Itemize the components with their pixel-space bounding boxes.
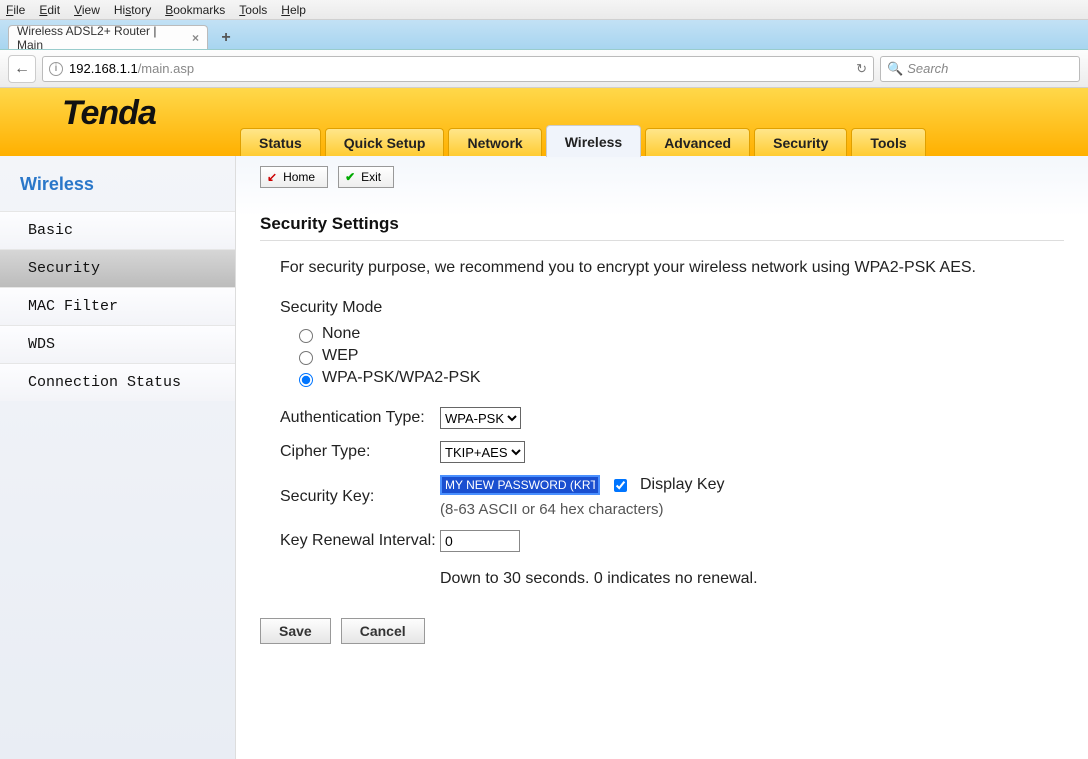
sidebar-item-security[interactable]: Security (0, 249, 235, 287)
security-key-input[interactable] (440, 475, 600, 495)
auth-type-select[interactable]: WPA-PSK (440, 407, 521, 429)
exit-label: Exit (361, 170, 381, 184)
menu-bookmarks[interactable]: Bookmarks (165, 3, 225, 17)
url-bar[interactable]: i 192.168.1.1/main.asp ↻ (42, 56, 874, 82)
info-icon[interactable]: i (49, 62, 63, 76)
menu-file[interactable]: File (6, 3, 25, 17)
nav-tab-status[interactable]: Status (240, 128, 321, 156)
cancel-button[interactable]: Cancel (341, 618, 425, 644)
menu-history[interactable]: History (114, 3, 151, 17)
divider (260, 240, 1064, 241)
reload-icon[interactable]: ↻ (856, 61, 867, 77)
menu-tools[interactable]: Tools (239, 3, 267, 17)
radio-wpa-label: WPA-PSK/WPA2-PSK (322, 369, 481, 387)
security-mode-label: Security Mode (280, 299, 1064, 317)
nav-tabs: Status Quick Setup Network Wireless Adva… (240, 126, 926, 156)
save-button[interactable]: Save (260, 618, 331, 644)
nav-tab-advanced[interactable]: Advanced (645, 128, 750, 156)
panel-title: Security Settings (260, 214, 1064, 234)
brand-logo: Tenda (62, 94, 156, 133)
browser-nav-bar: ← i 192.168.1.1/main.asp ↻ 🔍 Search (0, 50, 1088, 88)
content-area: Wireless Basic Security MAC Filter WDS C… (0, 156, 1088, 759)
nav-tab-quicksetup[interactable]: Quick Setup (325, 128, 445, 156)
display-key-checkbox[interactable] (614, 479, 627, 492)
sidebar-title: Wireless (0, 164, 235, 211)
exit-icon: ✔ (345, 170, 355, 184)
url-path: /main.asp (138, 61, 194, 76)
sidebar: Wireless Basic Security MAC Filter WDS C… (0, 156, 236, 759)
radio-wep-label: WEP (322, 347, 358, 365)
renewal-input[interactable] (440, 530, 520, 552)
radio-none[interactable] (299, 329, 313, 343)
sidebar-item-macfilter[interactable]: MAC Filter (0, 287, 235, 325)
nav-tab-wireless[interactable]: Wireless (546, 125, 641, 157)
search-placeholder: Search (907, 61, 948, 76)
renewal-hint: Down to 30 seconds. 0 indicates no renew… (440, 564, 780, 594)
exit-button[interactable]: ✔ Exit (338, 166, 394, 188)
sidebar-item-basic[interactable]: Basic (0, 211, 235, 249)
action-row: Save Cancel (260, 618, 1064, 644)
display-key-label: Display Key (640, 476, 724, 494)
menu-edit[interactable]: Edit (39, 3, 60, 17)
home-icon: ↙ (267, 170, 277, 184)
browser-tab-strip: Wireless ADSL2+ Router | Main × + (0, 20, 1088, 50)
browser-tab-active[interactable]: Wireless ADSL2+ Router | Main × (8, 25, 208, 49)
intro-text: For security purpose, we recommend you t… (280, 259, 1064, 277)
search-icon: 🔍 (887, 61, 903, 77)
page-header: Tenda Status Quick Setup Network Wireles… (0, 88, 1088, 156)
main-panel: ↙ Home ✔ Exit Security Settings For secu… (236, 156, 1088, 759)
url-host: 192.168.1.1 (69, 61, 138, 76)
browser-search-input[interactable]: 🔍 Search (880, 56, 1080, 82)
security-form: Security Mode None WEP WPA-PSK/WPA2-PSK … (280, 299, 1064, 594)
browser-tab-title: Wireless ADSL2+ Router | Main (17, 24, 184, 52)
back-button[interactable]: ← (8, 55, 36, 83)
browser-menubar: File Edit View History Bookmarks Tools H… (0, 0, 1088, 20)
home-label: Home (283, 170, 315, 184)
new-tab-button[interactable]: + (214, 27, 238, 49)
cipher-type-select[interactable]: TKIP+AES (440, 441, 525, 463)
nav-tab-network[interactable]: Network (448, 128, 541, 156)
sidebar-item-connstatus[interactable]: Connection Status (0, 363, 235, 401)
menu-help[interactable]: Help (281, 3, 306, 17)
menu-view[interactable]: View (74, 3, 100, 17)
nav-tab-security[interactable]: Security (754, 128, 847, 156)
auth-type-label: Authentication Type: (280, 409, 440, 427)
home-button[interactable]: ↙ Home (260, 166, 328, 188)
nav-tab-tools[interactable]: Tools (851, 128, 925, 156)
security-key-label: Security Key: (280, 488, 440, 506)
close-icon[interactable]: × (192, 31, 199, 45)
cipher-type-label: Cipher Type: (280, 443, 440, 461)
radio-wep[interactable] (299, 351, 313, 365)
key-hint: (8-63 ASCII or 64 hex characters) (440, 501, 1064, 518)
radio-wpa[interactable] (299, 373, 313, 387)
toolbar: ↙ Home ✔ Exit (260, 166, 1064, 188)
sidebar-item-wds[interactable]: WDS (0, 325, 235, 363)
renewal-label: Key Renewal Interval: (280, 532, 440, 550)
radio-none-label: None (322, 325, 360, 343)
